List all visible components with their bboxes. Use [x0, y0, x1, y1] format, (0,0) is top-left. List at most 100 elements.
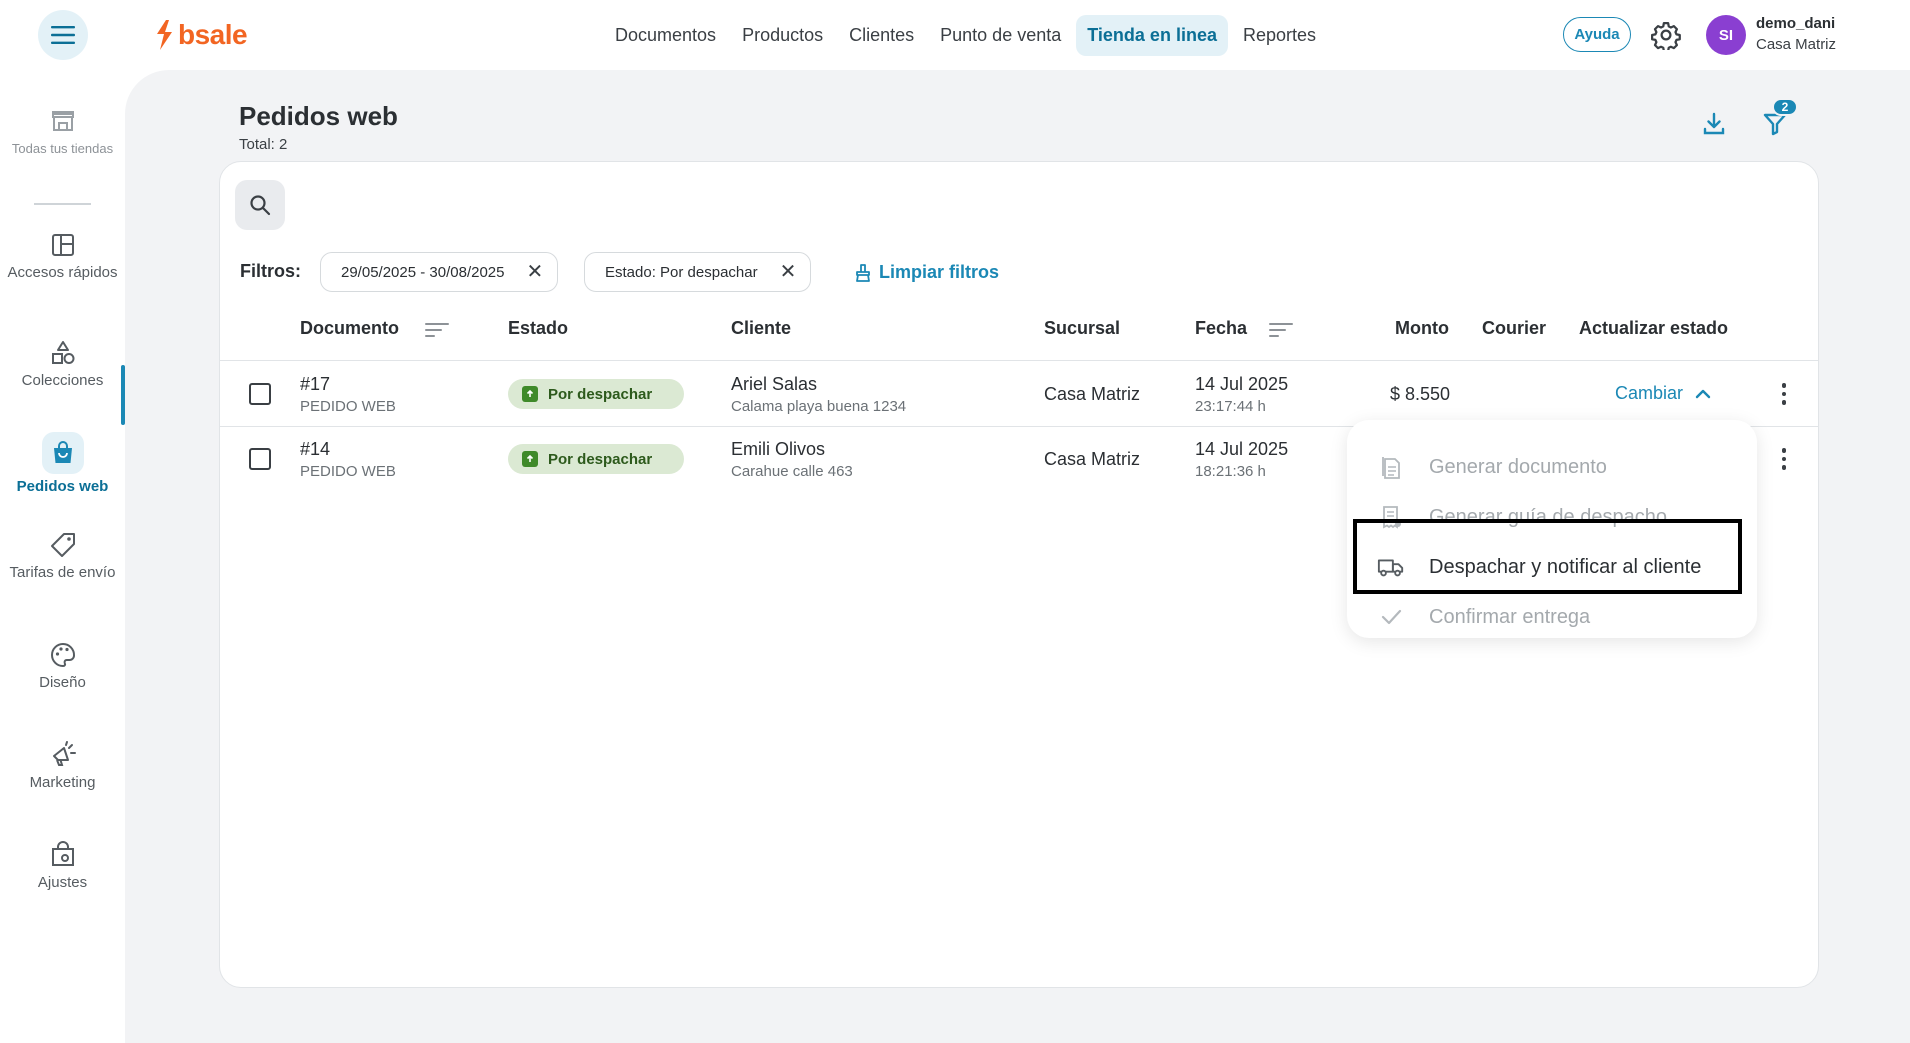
- bsale-logo-icon: [157, 20, 172, 50]
- settings-bag-icon: [51, 841, 74, 866]
- top-navigation: Documentos Productos Clientes Punto de v…: [604, 15, 1327, 56]
- nav-documentos[interactable]: Documentos: [604, 15, 727, 56]
- column-header-cliente: Cliente: [731, 318, 792, 338]
- active-icon-background: [41, 432, 84, 474]
- sidebar-item-label: Diseño: [39, 674, 86, 691]
- clear-filters-label: Limpiar filtros: [879, 262, 1000, 282]
- doc-number[interactable]: #17: [300, 374, 330, 395]
- avatar[interactable]: SI: [1706, 15, 1746, 55]
- filter-chip-label: Estado: Por despachar: [605, 263, 758, 281]
- chevron-up-icon: [1695, 389, 1711, 398]
- status-label: Por despachar: [548, 385, 653, 403]
- sidebar-item-marketing[interactable]: Marketing: [0, 740, 125, 791]
- bsale-logo[interactable]: bsale: [154, 19, 248, 51]
- table-divider: [219, 360, 1819, 361]
- branch: Casa Matriz: [1044, 384, 1141, 404]
- check-icon: [1377, 603, 1405, 631]
- nav-reportes[interactable]: Reportes: [1232, 15, 1327, 56]
- document-icon: [1377, 453, 1405, 481]
- nav-clientes[interactable]: Clientes: [838, 15, 925, 56]
- page-total: Total: 2: [239, 136, 288, 153]
- sidebar-item-label: Tarifas de envío: [9, 564, 116, 581]
- hamburger-icon: [51, 26, 75, 44]
- user-branch: Casa Matriz: [1756, 36, 1837, 53]
- gear-icon[interactable]: [1651, 20, 1681, 50]
- broom-icon: [856, 263, 870, 282]
- doc-number[interactable]: #14: [300, 439, 330, 460]
- top-bar: bsale Documentos Productos Clientes Punt…: [0, 0, 1910, 70]
- help-button[interactable]: Ayuda: [1563, 17, 1631, 52]
- menu-item-generar-documento[interactable]: Generar documento: [1377, 453, 1607, 481]
- sidebar-item-label: Colecciones: [21, 372, 104, 389]
- user-name: demo_dani: [1756, 15, 1836, 32]
- layout-icon: [51, 234, 74, 256]
- page-title: Pedidos web: [239, 101, 398, 131]
- client-address: Carahue calle 463: [731, 463, 853, 480]
- sidebar-divider: [34, 203, 91, 205]
- sidebar-item-tarifas-de-envio[interactable]: Tarifas de envío: [0, 530, 125, 581]
- filter-count-badge: 2: [1772, 98, 1798, 116]
- shapes-icon: [51, 341, 74, 364]
- filter-chip-date: 29/05/2025 - 30/08/2025 ✕: [320, 252, 559, 292]
- change-status-label: Cambiar: [1615, 383, 1684, 403]
- change-status-button[interactable]: Cambiar: [1615, 383, 1711, 404]
- column-header-actualizar-estado: Actualizar estado: [1579, 318, 1729, 338]
- sidebar-item-colecciones[interactable]: Colecciones: [0, 338, 125, 389]
- row-checkbox[interactable]: [249, 383, 271, 405]
- client-name: Emili Olivos: [731, 439, 826, 459]
- dispatch-box-icon: [522, 386, 538, 402]
- sidebar-item-label: Todas tus tiendas: [11, 141, 114, 156]
- nav-punto-de-venta[interactable]: Punto de venta: [929, 15, 1072, 56]
- sidebar-item-label: Pedidos web: [16, 478, 109, 495]
- column-header-courier: Courier: [1482, 318, 1547, 338]
- client-address: Calama playa buena 1234: [731, 398, 907, 415]
- hamburger-menu-button[interactable]: [38, 10, 88, 60]
- status-badge: Por despachar: [508, 379, 684, 409]
- order-date: 14 Jul 2025: [1195, 374, 1289, 394]
- column-header-monto: Monto: [1395, 318, 1449, 338]
- store-icon: [51, 111, 74, 131]
- menu-item-label: Confirmar entrega: [1429, 605, 1591, 628]
- status-badge: Por despachar: [508, 444, 684, 474]
- sidebar-item-todas-tus-tiendas[interactable]: Todas tus tiendas: [0, 106, 125, 157]
- menu-item-confirmar-entrega[interactable]: Confirmar entrega: [1377, 603, 1590, 631]
- search-button[interactable]: [235, 180, 285, 230]
- order-time: 23:17:44 h: [1195, 398, 1266, 415]
- column-header-estado: Estado: [508, 318, 569, 338]
- sidebar-item-pedidos-web[interactable]: Pedidos web: [0, 432, 125, 495]
- clear-filters-button[interactable]: Limpiar filtros: [855, 262, 999, 283]
- order-time: 18:21:36 h: [1195, 463, 1266, 480]
- nav-productos[interactable]: Productos: [731, 15, 834, 56]
- close-icon[interactable]: ✕: [526, 262, 543, 282]
- dispatch-box-icon: [522, 451, 538, 467]
- row-more-options-icon[interactable]: [1772, 445, 1796, 473]
- sort-icon[interactable]: [1268, 320, 1294, 340]
- doc-type: PEDIDO WEB: [300, 398, 396, 415]
- column-header-documento: Documento: [300, 318, 399, 338]
- filter-chip-status: Estado: Por despachar ✕: [584, 252, 812, 292]
- search-icon: [250, 195, 271, 216]
- logo-text: bsale: [178, 19, 248, 50]
- sidebar-item-label: Ajustes: [37, 874, 88, 891]
- filter-chip-label: 29/05/2025 - 30/08/2025: [341, 263, 505, 281]
- client-name: Ariel Salas: [731, 374, 818, 394]
- download-icon[interactable]: [1700, 110, 1728, 138]
- order-amount: $ 8.550: [1390, 384, 1451, 404]
- megaphone-icon: [52, 741, 76, 766]
- sort-icon[interactable]: [424, 320, 450, 340]
- palette-icon: [50, 642, 75, 668]
- sidebar-item-label: Accesos rápidos: [7, 264, 118, 281]
- highlight-box: [1353, 519, 1742, 594]
- close-icon[interactable]: ✕: [780, 262, 797, 282]
- sidebar-item-accesos-rapidos[interactable]: Accesos rápidos: [0, 230, 125, 281]
- sidebar-item-diseno[interactable]: Diseño: [0, 640, 125, 691]
- sidebar-item-ajustes[interactable]: Ajustes: [0, 840, 125, 891]
- menu-item-label: Generar documento: [1429, 455, 1607, 478]
- status-label: Por despachar: [548, 450, 653, 468]
- filters-label: Filtros:: [240, 261, 301, 281]
- row-checkbox[interactable]: [249, 448, 271, 470]
- row-more-options-icon[interactable]: [1772, 380, 1796, 408]
- tag-icon: [50, 533, 75, 557]
- nav-tienda-en-linea[interactable]: Tienda en linea: [1076, 15, 1228, 56]
- column-header-sucursal: Sucursal: [1044, 318, 1121, 338]
